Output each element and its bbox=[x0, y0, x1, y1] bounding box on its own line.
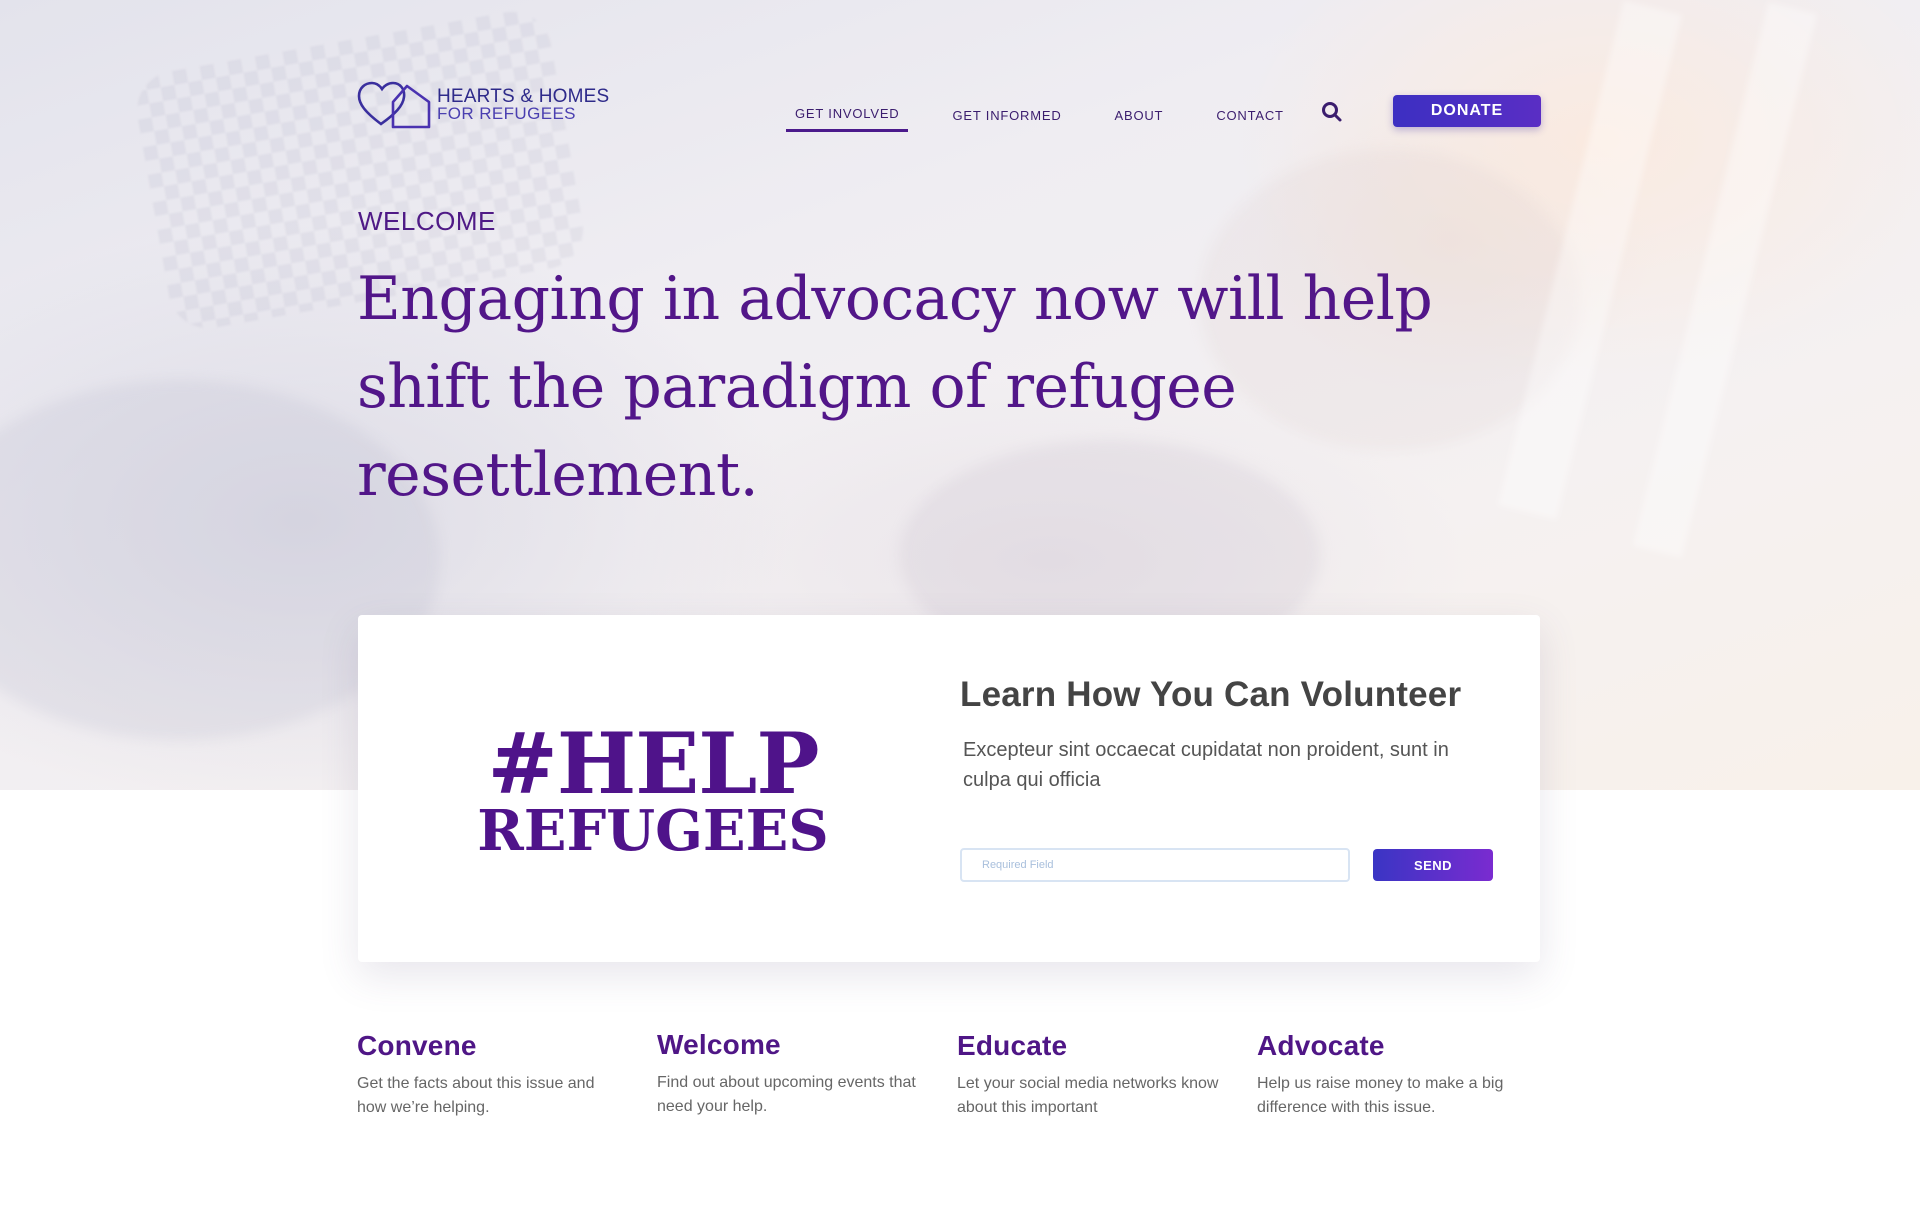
nav-item-contact[interactable]: CONTACT bbox=[1207, 102, 1292, 131]
main-nav: GET INVOLVED GET INFORMED ABOUT CONTACT bbox=[786, 100, 1328, 132]
feature-title[interactable]: Advocate bbox=[1257, 1030, 1527, 1062]
send-button[interactable]: SEND bbox=[1373, 849, 1493, 881]
help-refugees-hashtag: #HELP REFUGEES bbox=[358, 714, 948, 864]
nav-item-get-involved[interactable]: GET INVOLVED bbox=[786, 100, 909, 132]
feature-welcome: Welcome Find out about upcoming events t… bbox=[657, 1029, 927, 1119]
heart-house-icon bbox=[357, 81, 431, 129]
feature-title[interactable]: Welcome bbox=[657, 1029, 927, 1061]
search-icon[interactable] bbox=[1321, 101, 1343, 123]
hero-title: Engaging in advocacy now will help shift… bbox=[357, 264, 1433, 510]
feature-title[interactable]: Educate bbox=[957, 1030, 1227, 1062]
nav-item-about[interactable]: ABOUT bbox=[1106, 102, 1173, 131]
hashtag-line1: #HELP bbox=[487, 714, 820, 813]
feature-convene: Convene Get the facts about this issue a… bbox=[357, 1030, 627, 1120]
feature-educate: Educate Let your social media networks k… bbox=[957, 1030, 1227, 1120]
volunteer-text: Excepteur sint occaecat cupidatat non pr… bbox=[963, 739, 1449, 791]
hashtag-line2: REFUGEES bbox=[477, 798, 829, 864]
hero-eyebrow: WELCOME bbox=[358, 206, 496, 236]
feature-title[interactable]: Convene bbox=[357, 1030, 627, 1062]
brand-tagline: FOR REFUGEES bbox=[437, 104, 576, 123]
donate-button[interactable]: DONATE bbox=[1393, 95, 1541, 127]
site-header: HEARTS & HOMES FOR REFUGEES GET INVOLVED… bbox=[357, 80, 1541, 132]
volunteer-card: #HELP REFUGEES Learn How You Can Volunte… bbox=[358, 615, 1540, 962]
feature-description: Find out about upcoming events that need… bbox=[657, 1074, 916, 1115]
feature-advocate: Advocate Help us raise money to make a b… bbox=[1257, 1030, 1527, 1120]
feature-description: Get the facts about this issue and how w… bbox=[357, 1075, 595, 1116]
feature-description: Let your social media networks know abou… bbox=[957, 1075, 1219, 1116]
nav-item-get-informed[interactable]: GET INFORMED bbox=[943, 102, 1070, 131]
brand-logo[interactable]: HEARTS & HOMES FOR REFUGEES bbox=[357, 80, 609, 130]
feature-description: Help us raise money to make a big differ… bbox=[1257, 1075, 1504, 1116]
brand-name: HEARTS & HOMES bbox=[437, 86, 610, 107]
required-field-input[interactable] bbox=[960, 848, 1350, 882]
volunteer-title: Learn How You Can Volunteer bbox=[960, 675, 1462, 714]
